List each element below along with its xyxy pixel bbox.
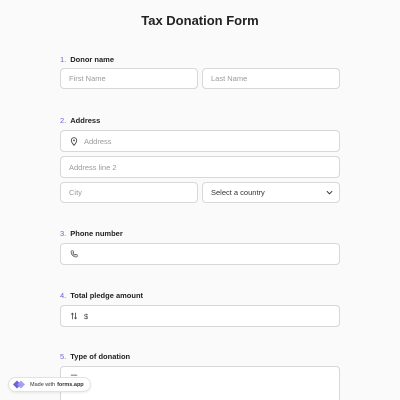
question-number: 2. [60, 116, 67, 125]
address-line2-input[interactable]: Address line 2 [60, 156, 340, 178]
forms-app-logo-icon [12, 379, 26, 390]
question-number: 3. [60, 229, 67, 238]
phone-icon [69, 250, 78, 259]
brand-name: forms.app [57, 381, 84, 388]
form-title: Tax Donation Form [141, 13, 259, 28]
country-select-value: Select a country [211, 188, 265, 197]
donor-name-label: 1. Donor name [60, 55, 114, 64]
last-name-placeholder: Last Name [211, 74, 248, 83]
question-text: Donor name [70, 55, 115, 64]
city-placeholder: City [69, 188, 82, 197]
currency-symbol: $ [84, 311, 89, 321]
sort-arrows-icon [69, 312, 78, 321]
address-label: 2. Address [60, 116, 100, 125]
question-text: Phone number [70, 229, 123, 238]
question-number: 4. [60, 291, 67, 300]
address-line1-placeholder: Address [84, 136, 112, 146]
chevron-down-icon [326, 188, 333, 197]
made-with-text: Made with [30, 381, 56, 388]
question-number: 1. [60, 55, 67, 64]
address-line1-input[interactable]: Address [60, 130, 340, 152]
donation-type-label: 5. Type of donation [60, 352, 130, 361]
first-name-input[interactable]: First Name [60, 68, 198, 89]
question-number: 5. [60, 352, 67, 361]
city-input[interactable]: City [60, 182, 198, 203]
pledge-label: 4. Total pledge amount [60, 291, 143, 300]
made-with-badge[interactable]: Made with forms.app [8, 377, 91, 392]
last-name-input[interactable]: Last Name [202, 68, 340, 89]
first-name-placeholder: First Name [69, 74, 106, 83]
question-text: Total pledge amount [70, 291, 144, 300]
phone-label: 3. Phone number [60, 229, 123, 238]
location-pin-icon [69, 136, 78, 146]
phone-input[interactable] [60, 243, 340, 265]
address-line2-placeholder: Address line 2 [69, 162, 117, 172]
question-text: Type of donation [70, 352, 131, 361]
pledge-amount-input[interactable]: $ [60, 305, 340, 327]
donation-type-select[interactable] [60, 366, 340, 400]
question-text: Address [70, 116, 101, 125]
country-select[interactable]: Select a country [202, 182, 340, 203]
